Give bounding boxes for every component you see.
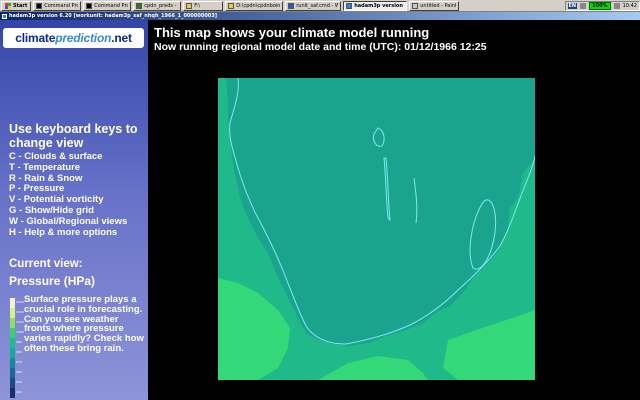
sidebar: climate prediction .net Use keyboard keys … xyxy=(0,20,148,400)
window-title-bar[interactable]: hadam3p version 6.20 [workunit: hadam3p_… xyxy=(0,12,640,20)
info-text: Surface pressure plays a crucial role in… xyxy=(24,294,144,354)
task-label: D:\cpdn\cpdnboinc\p... xyxy=(236,2,281,9)
scale-tick-label: 960 xyxy=(16,370,22,374)
system-tray: EN 100% 10:42 xyxy=(564,1,640,11)
taskbar-task[interactable]: runit_saf.cmd - Word... xyxy=(285,0,342,11)
scale-tick-label: 940 xyxy=(16,390,22,394)
key-item-help: H - Help & more options xyxy=(9,226,118,238)
key-item-temperature: T - Temperature xyxy=(9,161,81,173)
key-list: C - Clouds & surface T - Temperature R -… xyxy=(9,151,128,238)
scale-tick-label: 1020 xyxy=(16,310,24,314)
task-app-icon xyxy=(186,2,193,9)
task-app-icon xyxy=(346,2,353,9)
task-label: F:\ xyxy=(194,2,201,9)
logo-text-climate: climate xyxy=(15,31,56,45)
current-view-label: Current view: xyxy=(9,258,83,270)
task-app-icon xyxy=(136,2,143,9)
scale-tick-label: 950 xyxy=(16,380,22,384)
taskbar: Start Command Prompt - c... Command Promp… xyxy=(0,0,640,12)
keyboard-heading: Use keyboard keys to change view xyxy=(9,122,138,150)
scale-tick-label: 1030 xyxy=(16,300,24,304)
network-icon[interactable] xyxy=(580,3,587,9)
scale-swatch xyxy=(10,318,15,328)
windows-logo-icon xyxy=(5,2,11,9)
battery-indicator[interactable]: 100% xyxy=(589,2,611,10)
window-title: hadam3p version 6.20 [workunit: hadam3p_… xyxy=(9,13,218,19)
scale-swatch xyxy=(10,348,15,358)
task-label: Command Prompt - ru... xyxy=(94,2,128,9)
scale-swatch xyxy=(10,298,15,308)
scale-swatch xyxy=(10,308,15,318)
task-label: hadam3p version 6... xyxy=(354,2,404,9)
taskbar-task[interactable]: cpdn_preds - Micros... xyxy=(133,0,182,11)
language-indicator[interactable]: EN xyxy=(567,3,578,9)
pressure-map xyxy=(218,78,535,380)
scale-tick-label: 990 xyxy=(16,340,22,344)
app-icon xyxy=(2,13,7,19)
task-app-icon xyxy=(228,2,235,9)
task-app-icon xyxy=(412,2,419,9)
volume-icon[interactable] xyxy=(613,3,620,9)
task-label: Command Prompt - c... xyxy=(44,2,78,9)
task-app-icon xyxy=(86,2,93,9)
clock[interactable]: 10:42 xyxy=(623,3,637,9)
task-label: cpdn_preds - Micros... xyxy=(144,2,178,9)
key-item-views: W - Global/Regional views xyxy=(9,215,128,227)
scale-swatch xyxy=(10,358,15,368)
scale-swatch xyxy=(10,338,15,348)
logo-text-net: .net xyxy=(111,31,132,45)
scale-swatch xyxy=(10,328,15,338)
task-app-icon xyxy=(288,2,295,9)
logo-text-prediction: prediction xyxy=(55,31,112,45)
current-view-value: Pressure (HPa) xyxy=(9,274,96,288)
scale-tick-label: 1010 xyxy=(16,320,24,324)
scale-swatch xyxy=(10,388,15,398)
scale-swatch xyxy=(10,378,15,388)
task-label: untitled - Paint xyxy=(420,2,457,9)
pressure-color-scale xyxy=(10,298,15,398)
taskbar-task[interactable]: Command Prompt - c... xyxy=(33,0,82,11)
climateprediction-logo: climate prediction .net xyxy=(3,28,144,48)
task-app-icon xyxy=(36,2,43,9)
taskbar-task[interactable]: F:\ xyxy=(183,0,224,11)
pressure-scale-ticks: 1030 1020 1010 1000 990 980 970 960 950 940 xyxy=(16,297,24,397)
taskbar-task[interactable]: untitled - Paint xyxy=(409,0,460,11)
taskbar-task[interactable]: D:\cpdn\cpdnboinc\p... xyxy=(225,0,284,11)
taskbar-task[interactable]: hadam3p version 6... xyxy=(343,0,408,11)
scale-tick-label: 980 xyxy=(16,350,22,354)
task-label: runit_saf.cmd - Word... xyxy=(296,2,338,9)
start-button[interactable]: Start xyxy=(1,0,32,11)
scale-tick-label: 1000 xyxy=(16,330,24,334)
main-title: This map shows your climate model runnin… xyxy=(154,25,430,40)
start-label: Start xyxy=(13,2,28,9)
taskbar-task[interactable]: Command Prompt - ru... xyxy=(83,0,132,11)
scale-swatch xyxy=(10,368,15,378)
model-datetime: Now running regional model date and time… xyxy=(154,41,487,53)
scale-tick-label: 970 xyxy=(16,360,22,364)
